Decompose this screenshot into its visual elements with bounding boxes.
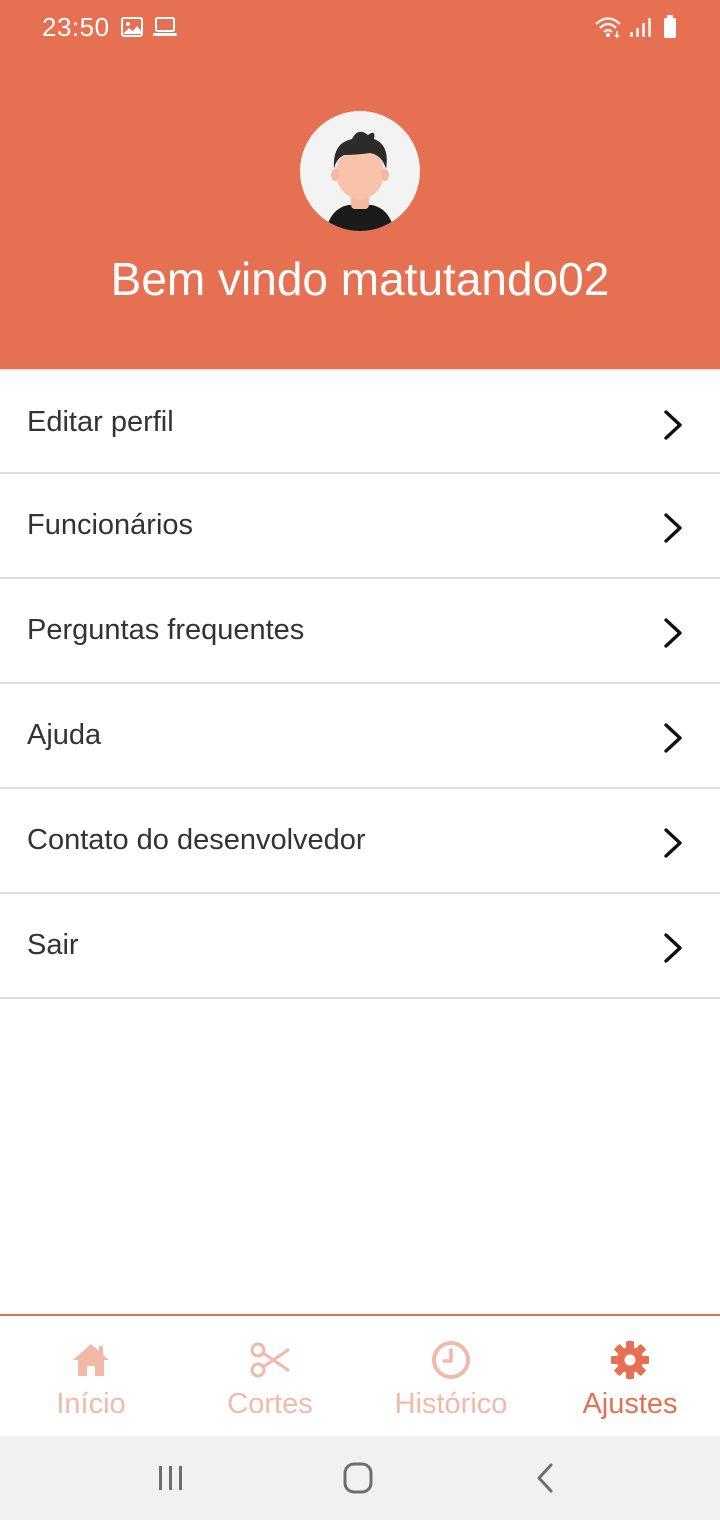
tab-label: Início bbox=[56, 1388, 126, 1420]
chevron-right-icon bbox=[664, 410, 682, 440]
battery-icon bbox=[664, 15, 676, 38]
chevron-right-icon bbox=[664, 828, 682, 858]
tab-cortes[interactable]: Cortes bbox=[180, 1316, 360, 1436]
user-avatar-icon[interactable] bbox=[300, 111, 420, 231]
menu-item-label: Ajuda bbox=[27, 719, 102, 751]
gear-icon bbox=[611, 1341, 649, 1379]
menu-item-label: Sair bbox=[27, 929, 79, 961]
recent-apps-icon[interactable] bbox=[151, 1460, 191, 1496]
tab-label: Ajustes bbox=[582, 1388, 678, 1420]
home-button-icon[interactable] bbox=[338, 1460, 378, 1496]
clock-icon bbox=[432, 1341, 470, 1379]
menu-item-label: Contato do desenvolvedor bbox=[27, 824, 366, 856]
menu-item-label: Perguntas frequentes bbox=[27, 614, 305, 646]
laptop-icon bbox=[153, 17, 177, 36]
chevron-right-icon bbox=[664, 933, 682, 963]
menu-item-editar-perfil[interactable]: Editar perfil bbox=[0, 369, 720, 474]
menu-item-label: Editar perfil bbox=[27, 406, 174, 438]
menu-item-perguntas-frequentes[interactable]: Perguntas frequentes bbox=[0, 579, 720, 684]
home-icon bbox=[73, 1344, 109, 1376]
tab-label: Histórico bbox=[394, 1388, 508, 1420]
signal-icon bbox=[630, 18, 651, 37]
image-icon bbox=[121, 17, 143, 37]
profile-header: 23:50 Bem vindo matutando02 bbox=[0, 0, 720, 369]
status-bar: 23:50 bbox=[0, 0, 720, 56]
tab-label: Cortes bbox=[227, 1388, 313, 1420]
menu-item-funcionarios[interactable]: Funcionários bbox=[0, 474, 720, 579]
menu-item-contato-desenvolvedor[interactable]: Contato do desenvolvedor bbox=[0, 789, 720, 894]
wifi-icon bbox=[595, 17, 621, 38]
chevron-right-icon bbox=[664, 618, 682, 648]
tab-historico[interactable]: Histórico bbox=[361, 1316, 541, 1436]
menu-item-sair[interactable]: Sair bbox=[0, 894, 720, 999]
chevron-right-icon bbox=[664, 723, 682, 753]
bottom-tab-bar: Início Cortes Histórico Ajustes bbox=[0, 1314, 720, 1436]
scissors-icon bbox=[250, 1342, 290, 1378]
system-nav-bar bbox=[0, 1436, 720, 1520]
back-icon[interactable] bbox=[526, 1460, 566, 1496]
tab-ajustes[interactable]: Ajustes bbox=[540, 1316, 720, 1436]
status-time: 23:50 bbox=[42, 12, 110, 42]
menu-item-ajuda[interactable]: Ajuda bbox=[0, 684, 720, 789]
tab-inicio[interactable]: Início bbox=[1, 1316, 181, 1436]
chevron-right-icon bbox=[664, 513, 682, 543]
welcome-title: Bem vindo matutando02 bbox=[110, 253, 610, 305]
menu-item-label: Funcionários bbox=[27, 509, 194, 541]
settings-menu: Editar perfil Funcionários Perguntas fre… bbox=[0, 369, 720, 999]
